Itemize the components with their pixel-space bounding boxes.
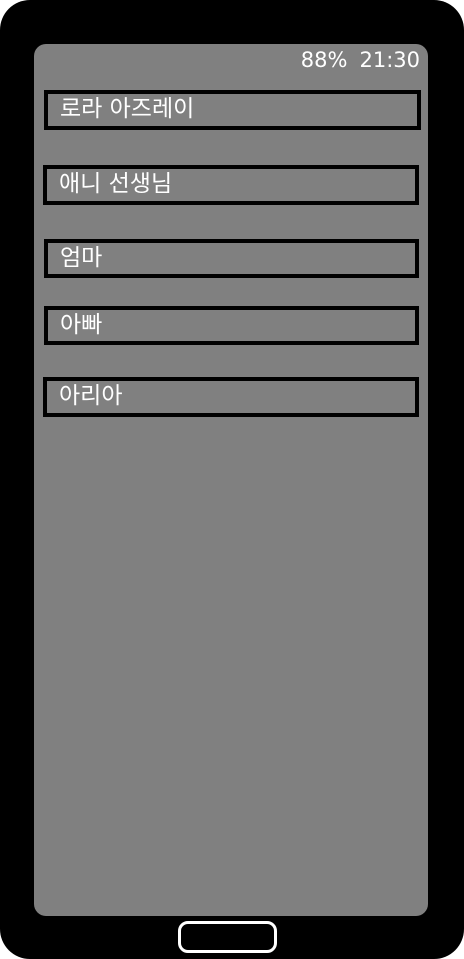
contact-name: 아빠 [60, 312, 103, 338]
clock: 21:30 [359, 48, 420, 72]
contact-item[interactable]: 엄마 [44, 239, 419, 278]
phone-frame: 88% 21:30 로라 아즈레이 애니 선생님 엄마 아빠 아리아 [0, 0, 464, 959]
contact-name: 애니 선생님 [59, 171, 173, 197]
contact-item[interactable]: 로라 아즈레이 [44, 90, 421, 130]
contact-name: 엄마 [60, 245, 103, 271]
screen: 88% 21:30 로라 아즈레이 애니 선생님 엄마 아빠 아리아 [34, 44, 428, 916]
status-bar: 88% 21:30 [301, 46, 420, 74]
home-button[interactable] [178, 921, 277, 953]
contact-item[interactable]: 애니 선생님 [43, 165, 419, 205]
battery-level: 88% [300, 48, 348, 72]
contact-name: 아리아 [59, 383, 123, 409]
contact-item[interactable]: 아빠 [44, 306, 419, 345]
contact-name: 로라 아즈레이 [60, 96, 195, 122]
contact-item[interactable]: 아리아 [43, 377, 419, 417]
